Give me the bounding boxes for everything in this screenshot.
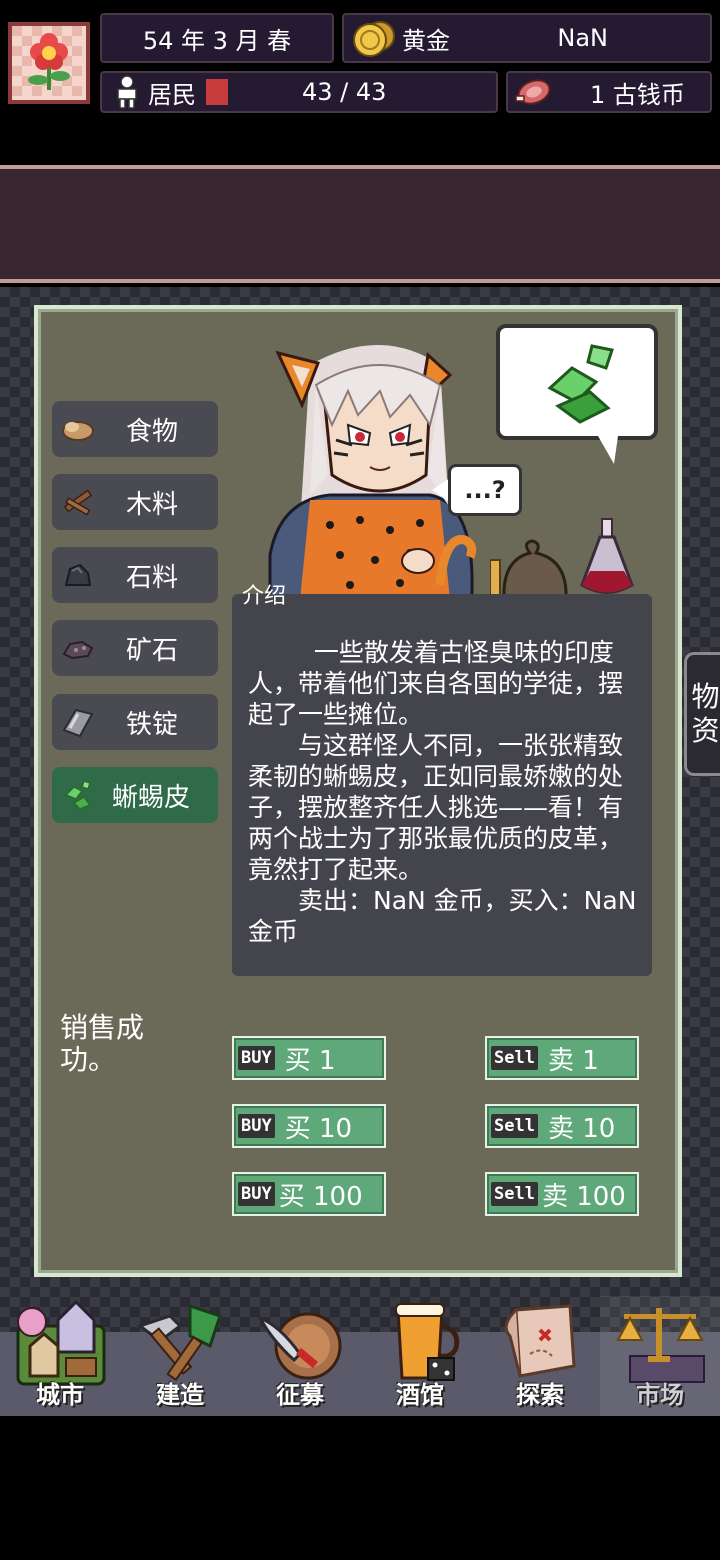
sell-tag: Sell (491, 1182, 538, 1206)
buy-tag: BUY (238, 1182, 275, 1206)
iron-ingot-icon (62, 708, 94, 738)
category-stone[interactable]: 石料 (52, 547, 218, 603)
ancient-coin-display: 1 古钱币 (506, 71, 712, 113)
question-text: ...? (464, 476, 506, 504)
category-wood-label: 木料 (126, 489, 179, 520)
speech-bubble-tail (598, 436, 618, 464)
gold-value: NaN (557, 24, 608, 52)
category-food[interactable]: 食物 (52, 401, 218, 457)
description-label: 介绍 (242, 584, 287, 609)
person-icon (117, 75, 137, 109)
food-icon (62, 421, 94, 441)
side-tab-resources[interactable]: 物 资 (684, 652, 720, 776)
sell-100-label: 卖 100 (541, 1181, 626, 1212)
nav-market-label: 市场 (636, 1381, 684, 1409)
lizard-skin-icon (64, 780, 92, 810)
nav-build-label: 建造 (156, 1381, 204, 1409)
buy-10-label: 买 10 (284, 1113, 353, 1144)
ore-icon (62, 640, 94, 660)
category-iron-ingot-label: 铁锭 (126, 709, 179, 740)
nav-recruit[interactable]: 征募 (240, 1296, 360, 1416)
population-value: 43 / 43 (302, 78, 387, 106)
sell-100-button[interactable]: Sell 卖 100 (485, 1172, 639, 1216)
date-text: 54 年 3 月 春 (142, 26, 292, 55)
category-stone-label: 石料 (126, 562, 179, 593)
gold-coins-icon (353, 21, 395, 57)
nav-city[interactable]: 城市 (0, 1296, 120, 1416)
wood-icon (63, 489, 93, 516)
merchant-goods (490, 518, 634, 600)
lizard-skin-icon (547, 344, 614, 424)
side-tab-char-2: 资 (691, 714, 720, 747)
stone-icon (64, 563, 92, 586)
player-avatar[interactable] (8, 22, 90, 104)
buy-10-button[interactable]: BUY 买 10 (232, 1104, 386, 1148)
buy-1-label: 买 1 (284, 1045, 336, 1076)
meat-icon (515, 79, 551, 105)
category-iron-ingot[interactable]: 铁锭 (52, 694, 218, 750)
population-label: 居民 (148, 80, 196, 109)
buy-tag: BUY (238, 1046, 275, 1070)
gold-display: 黄金 NaN (342, 13, 712, 63)
description-text: 一些散发着古怪臭味的印度人，带着他们来自各国的学徒，摆起了一些摊位。 与这群怪人… (248, 638, 637, 946)
nav-explore-label: 探索 (516, 1381, 564, 1409)
coins-value: 1 古钱币 (590, 80, 685, 109)
category-lizard-skin[interactable]: 蜥蜴皮 (52, 767, 218, 823)
nav-city-label: 城市 (36, 1381, 84, 1409)
sell-10-button[interactable]: Sell 卖 10 (485, 1104, 639, 1148)
side-tab-char-1: 物 (691, 680, 720, 713)
nav-market[interactable]: 市场 (600, 1296, 720, 1416)
buy-100-button[interactable]: BUY 买 100 (232, 1172, 386, 1216)
gold-label: 黄金 (402, 26, 450, 55)
sell-10-label: 卖 10 (547, 1113, 616, 1144)
sell-1-label: 卖 1 (547, 1045, 599, 1076)
population-display: 居民 43 / 43 (100, 71, 498, 113)
status-message: 销售成功。 (60, 1011, 145, 1076)
category-food-label: 食物 (126, 416, 179, 447)
top-status-bar (0, 165, 720, 283)
nav-build[interactable]: 建造 (120, 1296, 240, 1416)
flower-icon (12, 26, 86, 100)
sell-1-button[interactable]: Sell 卖 1 (485, 1036, 639, 1080)
question-bubble: ...? (448, 464, 522, 516)
population-bar (206, 79, 228, 105)
category-ore-label: 矿石 (126, 635, 179, 666)
description-box: 一些散发着古怪臭味的印度人，带着他们来自各国的学徒，摆起了一些摊位。 与这群怪人… (232, 594, 652, 976)
category-wood[interactable]: 木料 (52, 474, 218, 530)
buy-tag: BUY (238, 1114, 275, 1138)
category-ore[interactable]: 矿石 (52, 620, 218, 676)
speech-bubble (496, 324, 658, 440)
sell-tag: Sell (491, 1114, 538, 1138)
buy-100-label: 买 100 (278, 1181, 363, 1212)
nav-recruit-label: 征募 (276, 1381, 324, 1409)
nav-tavern-label: 酒馆 (396, 1381, 444, 1409)
sell-tag: Sell (491, 1046, 538, 1070)
merchant-portrait (268, 345, 477, 600)
buy-1-button[interactable]: BUY 买 1 (232, 1036, 386, 1080)
date-display: 54 年 3 月 春 (100, 13, 334, 63)
nav-tavern[interactable]: 酒馆 (360, 1296, 480, 1416)
category-lizard-skin-label: 蜥蜴皮 (112, 782, 191, 813)
nav-explore[interactable]: 探索 (480, 1296, 600, 1416)
